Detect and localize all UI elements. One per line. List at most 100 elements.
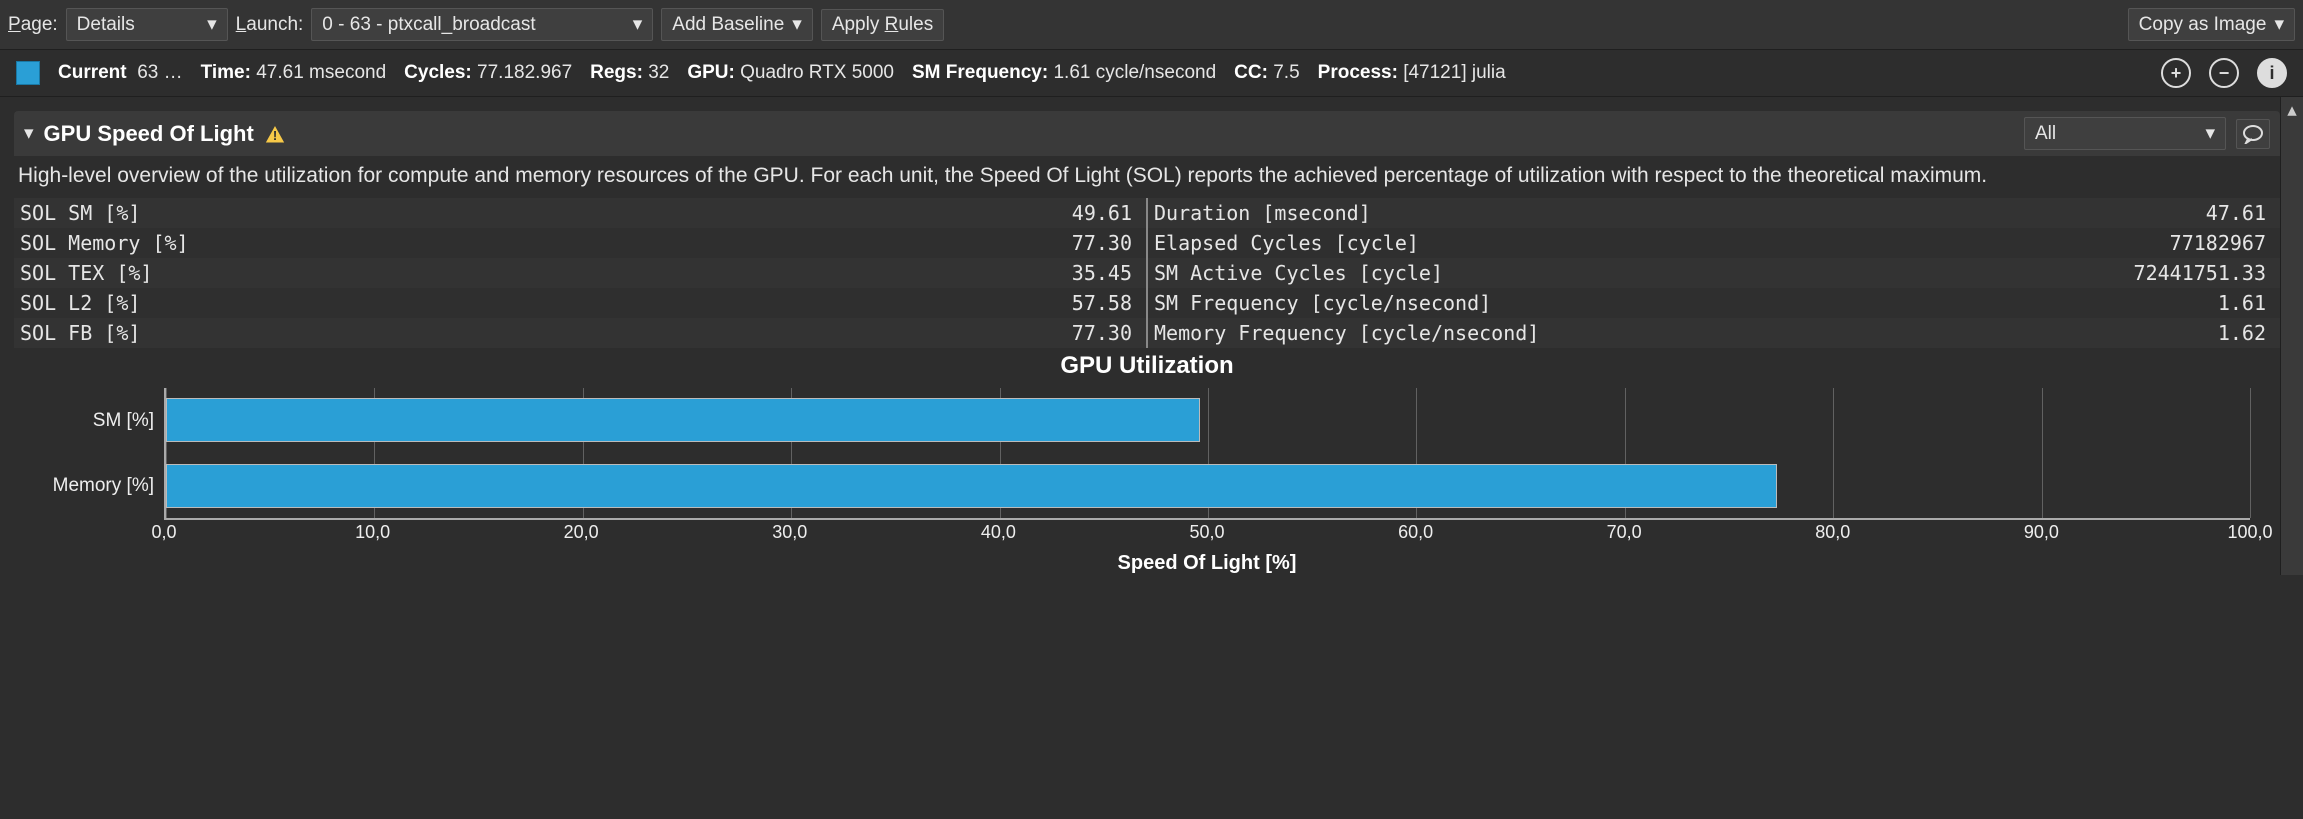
comment-button[interactable]: [2236, 119, 2270, 149]
chevron-down-icon: ▾: [633, 13, 643, 36]
chevron-down-icon: ▾: [792, 13, 802, 36]
metric-row: SOL FB [%]77.30: [14, 318, 1146, 348]
vertical-scrollbar[interactable]: ▴: [2280, 97, 2303, 575]
metric-value: 77182967: [2170, 231, 2266, 255]
chart-tick-label: 0,0: [151, 522, 176, 543]
metric-label: SM Active Cycles [cycle]: [1154, 261, 2134, 285]
metric-label: Elapsed Cycles [cycle]: [1154, 231, 2170, 255]
metric-row: SM Active Cycles [cycle]72441751.33: [1148, 258, 2280, 288]
metric-label: Duration [msecond]: [1154, 201, 2206, 225]
metric-value: 47.61: [2206, 201, 2266, 225]
metric-row: SOL Memory [%]77.30: [14, 228, 1146, 258]
section-description: High-level overview of the utilization f…: [14, 156, 2280, 198]
metric-row: SOL TEX [%]35.45: [14, 258, 1146, 288]
gpu-utilization-chart: SM [%] Memory [%] 0,0 10,0 20,0 30,0 40,0 50,0…: [14, 380, 2280, 575]
section-filter-dropdown[interactable]: All ▾: [2024, 117, 2226, 150]
metric-label: SOL TEX [%]: [20, 261, 1072, 285]
metric-value: 72441751.33: [2134, 261, 2266, 285]
scroll-up-icon[interactable]: ▴: [2283, 101, 2301, 119]
metric-row: SM Frequency [cycle/nsecond]1.61: [1148, 288, 2280, 318]
chart-tick-label: 50,0: [1189, 522, 1224, 543]
add-baseline-label: Add Baseline: [672, 14, 784, 36]
section-filter-value: All: [2035, 123, 2056, 145]
info-icon[interactable]: i: [2257, 58, 2287, 88]
regs-label: Regs:: [590, 62, 643, 83]
collapse-toggle-icon[interactable]: ▾: [24, 122, 34, 145]
chart-tick-label: 60,0: [1398, 522, 1433, 543]
metrics-table: SOL SM [%]49.61SOL Memory [%]77.30SOL TE…: [14, 198, 2280, 348]
metric-value: 35.45: [1072, 261, 1132, 285]
regs-value: 32: [648, 62, 669, 83]
chart-title: GPU Utilization: [14, 352, 2280, 380]
chart-bar: [166, 398, 1200, 442]
process-value: [47121] julia: [1403, 62, 1505, 83]
metric-label: SOL SM [%]: [20, 201, 1072, 225]
apply-rules-label: Apply Rules: [832, 14, 933, 36]
content-area: ▾ GPU Speed Of Light ! All ▾ High-level …: [0, 97, 2303, 575]
warning-icon: !: [264, 124, 286, 144]
copy-as-image-label: Copy as Image: [2139, 14, 2267, 36]
gpu-label: GPU:: [687, 62, 735, 83]
remove-button[interactable]: −: [2209, 58, 2239, 88]
cycles-value: 77.182.967: [477, 62, 572, 83]
chart-tick-label: 40,0: [981, 522, 1016, 543]
metric-value: 1.62: [2218, 321, 2266, 345]
chart-bar: [166, 464, 1777, 508]
metric-row: SOL SM [%]49.61: [14, 198, 1146, 228]
metric-value: 77.30: [1072, 321, 1132, 345]
chart-tick-label: 80,0: [1815, 522, 1850, 543]
chart-tick-label: 30,0: [772, 522, 807, 543]
metric-label: SOL Memory [%]: [20, 231, 1072, 255]
current-value: 63 …: [137, 62, 182, 83]
launch-dropdown[interactable]: 0 - 63 - ptxcall_broadcast ▾: [311, 8, 653, 41]
cc-label: CC:: [1234, 62, 1268, 83]
current-label: Current: [58, 62, 127, 83]
add-button[interactable]: +: [2161, 58, 2191, 88]
info-bar: Current 63 … Time: 47.61 msecond Cycles:…: [0, 50, 2303, 97]
metric-row: Elapsed Cycles [cycle]77182967: [1148, 228, 2280, 258]
metric-row: Duration [msecond]47.61: [1148, 198, 2280, 228]
chart-tick-label: 20,0: [564, 522, 599, 543]
metric-value: 1.61: [2218, 291, 2266, 315]
chart-x-label: Speed Of Light [%]: [164, 552, 2250, 575]
chart-category-label: Memory [%]: [53, 475, 154, 497]
chart-tick-label: 70,0: [1607, 522, 1642, 543]
page-dropdown-value: Details: [77, 14, 135, 36]
add-baseline-button[interactable]: Add Baseline ▾: [661, 8, 813, 41]
chevron-down-icon: ▾: [2205, 122, 2215, 145]
launch-label: Launch:: [236, 14, 304, 36]
metric-value: 77.30: [1072, 231, 1132, 255]
process-label: Process:: [1318, 62, 1398, 83]
top-toolbar: Page: Details ▾ Launch: 0 - 63 - ptxcall…: [0, 0, 2303, 50]
chart-tick-label: 100,0: [2227, 522, 2272, 543]
section-title: GPU Speed Of Light: [44, 121, 254, 147]
page-label: Page:: [8, 14, 58, 36]
apply-rules-button[interactable]: Apply Rules: [821, 9, 944, 41]
metric-row: Memory Frequency [cycle/nsecond]1.62: [1148, 318, 2280, 348]
current-color-swatch: [16, 61, 40, 85]
gpu-value: Quadro RTX 5000: [740, 62, 894, 83]
smfreq-value: 1.61 cycle/nsecond: [1053, 62, 1216, 83]
chart-tick-label: 90,0: [2024, 522, 2059, 543]
time-label: Time:: [201, 62, 251, 83]
chevron-down-icon: ▾: [207, 13, 217, 36]
chart-plot-area: [164, 388, 2250, 520]
time-value: 47.61 msecond: [256, 62, 386, 83]
metric-label: Memory Frequency [cycle/nsecond]: [1154, 321, 2218, 345]
chevron-down-icon: ▾: [2274, 13, 2284, 36]
chart-x-axis: 0,010,020,030,040,050,060,070,080,090,01…: [164, 522, 2250, 546]
section-header: ▾ GPU Speed Of Light ! All ▾: [14, 111, 2280, 156]
copy-as-image-button[interactable]: Copy as Image ▾: [2128, 8, 2295, 41]
page-dropdown[interactable]: Details ▾: [66, 8, 228, 41]
cycles-label: Cycles:: [404, 62, 472, 83]
metric-value: 49.61: [1072, 201, 1132, 225]
metric-value: 57.58: [1072, 291, 1132, 315]
metric-label: SOL FB [%]: [20, 321, 1072, 345]
chart-category-label: SM [%]: [93, 410, 154, 432]
svg-text:!: !: [273, 128, 277, 143]
metric-label: SOL L2 [%]: [20, 291, 1072, 315]
cc-value: 7.5: [1273, 62, 1299, 83]
chart-y-axis-labels: SM [%] Memory [%]: [14, 388, 164, 518]
chart-tick-label: 10,0: [355, 522, 390, 543]
metric-label: SM Frequency [cycle/nsecond]: [1154, 291, 2218, 315]
